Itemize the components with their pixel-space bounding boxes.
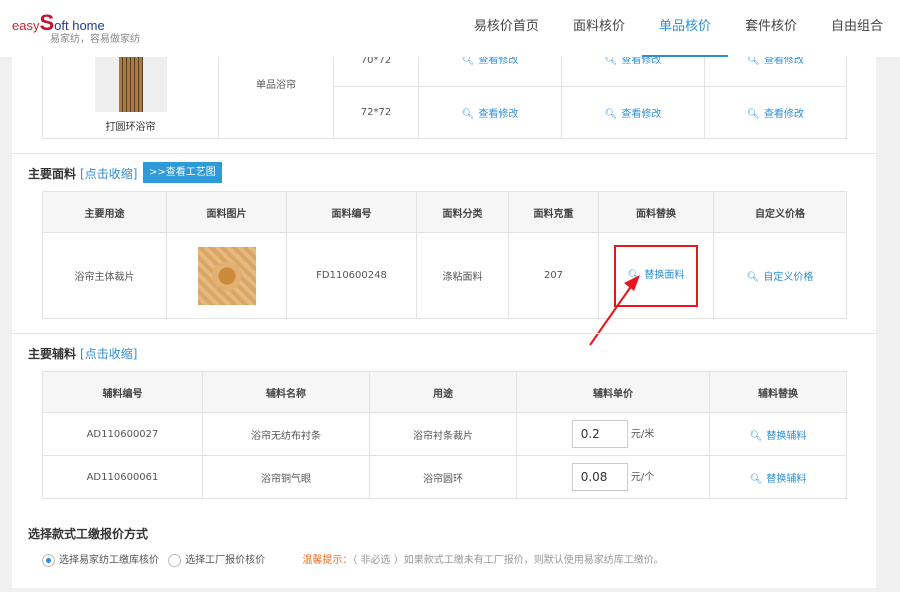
accessory-section-title: 主要辅料 [点击收缩] [28, 345, 137, 362]
accessory-price-input[interactable]: 0.2 [571, 420, 628, 448]
view-process-button[interactable]: >>查看工艺图 [143, 162, 222, 183]
column-header: 辅料编号 [42, 371, 203, 413]
fabric-category: 涤粘面料 [416, 232, 509, 319]
magnifier-icon: 🔍︎ [746, 272, 760, 283]
pricing-title: 选择款式工缴报价方式 [28, 527, 149, 541]
size: 72*72 [333, 86, 419, 139]
radio-label: 选择工厂报价核价 [185, 555, 266, 566]
column-header: 辅料替换 [709, 371, 847, 413]
nav-item[interactable]: 自由组合 [814, 0, 900, 57]
radio-option-factory[interactable]: 选择工厂报价核价 [168, 553, 266, 567]
nav-item[interactable]: 易核价首页 [457, 0, 556, 57]
table-row: AD110600027 浴帘无纺布衬条 浴帘衬条裁片 0.2 元/米 🔍︎ 替换辅料 [42, 412, 847, 456]
table-row: 浴帘主体裁片 FD110600248 涤粘面料 207 🔍︎ 替换面料 🔍︎ 自定义… [42, 232, 847, 319]
column-header: 辅料单价 [516, 371, 710, 413]
accessory-collapse-toggle[interactable]: [点击收缩] [80, 347, 137, 361]
divider [12, 153, 876, 154]
accessory-code: AD110600061 [42, 455, 203, 499]
tip-label: 温馨提示： [302, 555, 353, 566]
product-name: 打圆环浴帘 [105, 122, 156, 133]
fabric-image-cell [166, 232, 287, 319]
main-panel: 打圆环浴帘 单品浴帘 70*72 🔍︎ 查看修改 🔍︎ 查看修改 🔍︎ 查看修改 72… [12, 28, 876, 588]
magnifier-icon: 🔍︎ [747, 109, 760, 120]
accessory-table: 辅料编号 辅料名称 用途 辅料单价 辅料替换 AD110600027 浴帘无纺布衬条 浴帘衬… [42, 371, 847, 499]
fabric-image [197, 246, 256, 305]
replace-accessory-link[interactable]: 🔍︎ 替换辅料 [709, 455, 847, 499]
fabric-table: 主要用途 面料图片 面料编号 面料分类 面料克重 面料替换 自定义价格 浴帘主体裁片 FD1… [42, 191, 847, 319]
magnifier-icon: 🔍︎ [749, 430, 763, 442]
column-header: 面料编号 [286, 191, 417, 233]
nav-item[interactable]: 套件核价 [728, 0, 814, 57]
column-header: 辅料名称 [202, 371, 370, 413]
header: easySoft home 易家纺，容易做家纺 易核价首页 面料核价 单品核价 套件核… [0, 0, 900, 57]
fabric-collapse-toggle[interactable]: [点击收缩] [80, 167, 137, 181]
accessory-use: 浴帘圆环 [369, 455, 517, 499]
main-nav: 易核价首页 面料核价 单品核价 套件核价 自由组合 [457, 0, 900, 57]
table-row: AD110600061 浴帘铜气眼 浴帘圆环 0.08 元/个 🔍︎ 替换辅料 [42, 455, 847, 499]
accessory-price-input[interactable]: 0.08 [571, 463, 628, 491]
column-header: 自定义价格 [713, 191, 847, 233]
logo-tagline: 易家纺，容易做家纺 [50, 34, 140, 45]
logo-easy: easy [12, 18, 40, 33]
replace-accessory-link[interactable]: 🔍︎ 替换辅料 [709, 412, 847, 456]
radio-option-library[interactable]: 选择易家纺工缴库核价 [42, 553, 159, 567]
view-edit-label: 查看修改 [478, 109, 519, 120]
column-header: 用途 [369, 371, 517, 413]
nav-item[interactable]: 单品核价 [641, 0, 728, 57]
magnifier-icon: 🔍︎ [604, 109, 618, 120]
pricing-options: 选择易家纺工缴库核价 选择工厂报价核价 温馨提示：（ 非必选 ）如果款式工缴未有… [42, 551, 664, 567]
magnifier-icon: 🔍︎ [461, 109, 475, 120]
view-edit-label: 查看修改 [763, 109, 804, 120]
column-header: 面料图片 [166, 191, 287, 233]
custom-price-link[interactable]: 🔍︎ 自定义价格 [713, 232, 847, 319]
view-edit-label: 查看修改 [621, 109, 662, 120]
price-unit: 元/米 [630, 429, 655, 440]
price-unit: 元/个 [630, 472, 655, 483]
magnifier-icon: 🔍︎ [749, 473, 763, 485]
fabric-title: 主要面料 [28, 167, 77, 181]
divider [12, 333, 876, 334]
accessory-code: AD110600027 [42, 412, 203, 456]
radio-label: 选择易家纺工缴库核价 [59, 555, 159, 566]
accessory-name: 浴帘无纺布衬条 [202, 412, 370, 456]
view-edit-link[interactable]: 🔍︎ 查看修改 [561, 86, 705, 139]
view-edit-link[interactable]: 🔍︎ 查看修改 [704, 86, 847, 139]
price-cell: 0.2 元/米 [516, 412, 710, 456]
column-header: 面料替换 [598, 191, 714, 233]
accessory-use: 浴帘衬条裁片 [369, 412, 517, 456]
fabric-code: FD110600248 [286, 232, 417, 319]
fabric-use: 浴帘主体裁片 [42, 232, 167, 319]
radio-selected-icon [42, 553, 55, 567]
replace-accessory-label: 替换辅料 [766, 473, 807, 485]
column-header: 面料分类 [416, 191, 509, 233]
custom-price-label: 自定义价格 [763, 272, 814, 283]
column-header: 面料克重 [508, 191, 599, 233]
radio-icon [168, 553, 182, 567]
logo[interactable]: easySoft home 易家纺，容易做家纺 [12, 10, 140, 45]
accessory-name: 浴帘铜气眼 [202, 455, 370, 499]
fabric-section-title: 主要面料 [点击收缩] [28, 165, 137, 182]
nav-item[interactable]: 面料核价 [556, 0, 642, 57]
annotation-arrow [589, 275, 640, 346]
replace-accessory-label: 替换辅料 [766, 430, 807, 442]
accessory-title: 主要辅料 [28, 347, 77, 361]
price-cell: 0.08 元/个 [516, 455, 710, 499]
column-header: 主要用途 [42, 191, 167, 233]
view-edit-link[interactable]: 🔍︎ 查看修改 [418, 86, 562, 139]
tip-text: （ 非必选 ）如果款式工缴未有工厂报价，则默认使用易家纺库工缴价。 [352, 555, 664, 566]
